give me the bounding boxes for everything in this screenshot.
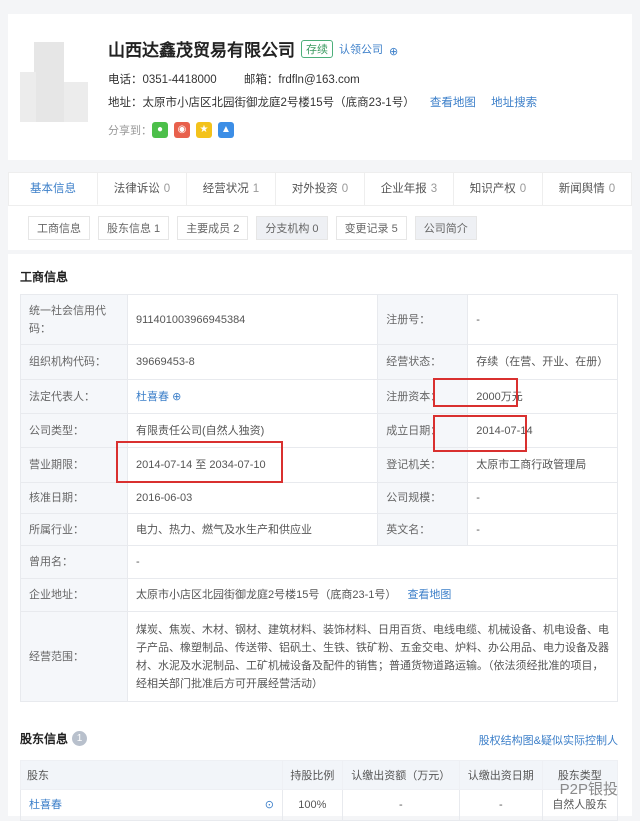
tab-litigation[interactable]: 法律诉讼 0 <box>98 173 187 205</box>
tab-investment[interactable]: 对外投资 0 <box>276 173 365 205</box>
shareholder-link[interactable]: 杜喜春 <box>29 799 62 811</box>
view-map-link[interactable]: 查看地图 <box>407 589 451 601</box>
wechat-icon[interactable]: ● <box>152 122 168 138</box>
star-icon[interactable]: ★ <box>196 122 212 138</box>
sub-tabs: 工商信息 股东信息 1 主要成员 2 分支机构 0 变更记录 5 公司简介 <box>8 206 632 250</box>
company-name: 山西达鑫茂贸易有限公司 <box>108 41 295 60</box>
content-panel: 工商信息 统一社会信用代码： 911401003966945384 注册号： - 组织… <box>8 254 632 821</box>
view-map-link[interactable]: 查看地图 <box>430 97 476 109</box>
highlight-box <box>433 378 518 407</box>
shareholders-table: 股东 持股比例 认缴出资额（万元） 认缴出资日期 股东类型 杜喜春 ⊙ 100% - - 自然人股… <box>20 760 619 821</box>
add-icon[interactable]: ⊕ <box>389 45 398 58</box>
add-icon[interactable]: ⊙ <box>265 796 274 814</box>
company-header: 山西达鑫茂贸易有限公司 存续 认领公司 ⊕ 电话：0351-4418000 邮箱… <box>8 14 632 160</box>
status-badge: 存续 <box>301 39 333 58</box>
subtab-shareholders[interactable]: 股东信息 1 <box>98 216 170 240</box>
address: 地址：太原市小店区北园街御龙庭2号楼15号（底商23-1号） <box>108 97 415 109</box>
highlight-box <box>116 441 283 483</box>
count-badge: 1 <box>72 731 88 746</box>
subtab-changes[interactable]: 变更记录 5 <box>335 216 407 240</box>
phone: 电话：0351-4418000 <box>108 74 217 86</box>
tab-operations[interactable]: 经营状况 1 <box>187 173 276 205</box>
tab-ip[interactable]: 知识产权 0 <box>454 173 543 205</box>
tab-basic-info[interactable]: 基本信息 <box>9 173 98 205</box>
address-search-link[interactable]: 地址搜索 <box>491 97 537 109</box>
watermark: P2P银投 <box>559 781 618 798</box>
main-tabs: 基本信息 法律诉讼 0 经营状况 1 对外投资 0 企业年报 3 知识产权 0 新闻舆情 0 <box>8 172 632 206</box>
highlight-box <box>433 415 527 452</box>
subtab-business-info[interactable]: 工商信息 <box>28 216 90 240</box>
business-info-table: 统一社会信用代码： 911401003966945384 注册号： - 组织机构代码：… <box>20 294 618 702</box>
section-title: 工商信息 <box>20 270 69 284</box>
claim-company-link[interactable]: 认领公司 <box>339 41 383 57</box>
tab-annual-report[interactable]: 企业年报 3 <box>365 173 454 205</box>
share-label: 分享到： <box>108 125 152 137</box>
subtab-branches[interactable]: 分支机构 0 <box>256 216 328 240</box>
subtab-members[interactable]: 主要成员 2 <box>177 216 249 240</box>
shareholders-title: 股东信息 <box>20 732 69 746</box>
legal-rep-link[interactable]: 杜喜春 <box>136 391 169 403</box>
add-icon[interactable]: ⊕ <box>172 391 181 403</box>
tab-news[interactable]: 新闻舆情 0 <box>543 173 631 205</box>
equity-structure-link[interactable]: 股权结构图&疑似实际控制人 <box>479 732 618 748</box>
subtab-profile[interactable]: 公司简介 <box>414 216 477 240</box>
weibo-icon[interactable]: ◉ <box>174 122 190 138</box>
email: 邮箱：frdfln@163.com <box>243 74 360 86</box>
company-logo <box>20 42 90 122</box>
qq-icon[interactable]: ▲ <box>218 122 234 138</box>
